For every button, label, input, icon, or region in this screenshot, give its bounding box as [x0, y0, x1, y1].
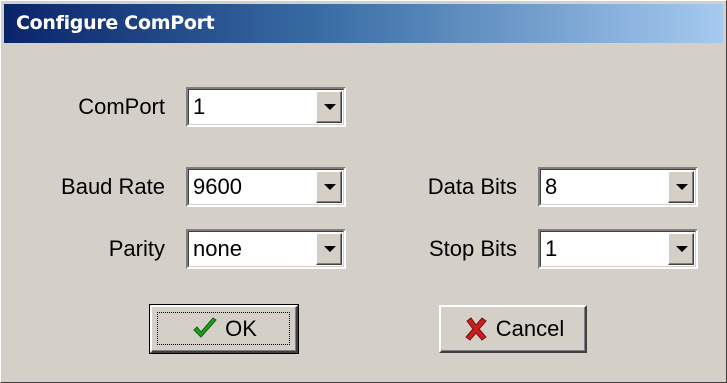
- x-icon: [465, 317, 487, 341]
- data-bits-label: Data Bits: [427, 174, 517, 199]
- checkmark-icon: [193, 317, 217, 338]
- stop-bits-select[interactable]: 1: [538, 229, 698, 269]
- stop-bits-label: Stop Bits: [428, 236, 517, 261]
- title-bar[interactable]: Configure ComPort: [4, 4, 723, 43]
- comport-value: 1: [193, 94, 206, 119]
- ok-button-label: OK: [225, 316, 257, 341]
- window-title: Configure ComPort: [16, 12, 215, 34]
- data-bits-dropdown-button[interactable]: [668, 171, 694, 203]
- chevron-down-icon: [324, 246, 336, 252]
- chevron-down-icon: [324, 184, 336, 190]
- parity-select[interactable]: none: [186, 229, 346, 269]
- comport-label: ComPort: [78, 94, 165, 119]
- data-bits-select[interactable]: 8: [538, 167, 698, 207]
- configure-comport-dialog: Configure ComPort ComPort 1 Baud Rate 96…: [0, 0, 727, 383]
- cancel-button[interactable]: Cancel: [439, 305, 587, 353]
- cancel-button-label: Cancel: [495, 316, 565, 341]
- baud-rate-dropdown-button[interactable]: [316, 171, 342, 203]
- stop-bits-dropdown-button[interactable]: [668, 233, 694, 265]
- stop-bits-value: 1: [545, 236, 558, 261]
- parity-value: none: [193, 236, 242, 261]
- comport-select[interactable]: 1: [186, 87, 346, 127]
- baud-rate-select[interactable]: 9600: [186, 167, 346, 207]
- baud-rate-label: Baud Rate: [61, 174, 165, 199]
- baud-rate-value: 9600: [193, 174, 242, 199]
- ok-button[interactable]: OK: [149, 304, 299, 354]
- chevron-down-icon: [676, 184, 688, 190]
- chevron-down-icon: [324, 104, 336, 110]
- parity-label: Parity: [108, 236, 165, 261]
- chevron-down-icon: [676, 246, 688, 252]
- data-bits-value: 8: [545, 174, 558, 199]
- parity-dropdown-button[interactable]: [316, 233, 342, 265]
- comport-dropdown-button[interactable]: [316, 91, 342, 123]
